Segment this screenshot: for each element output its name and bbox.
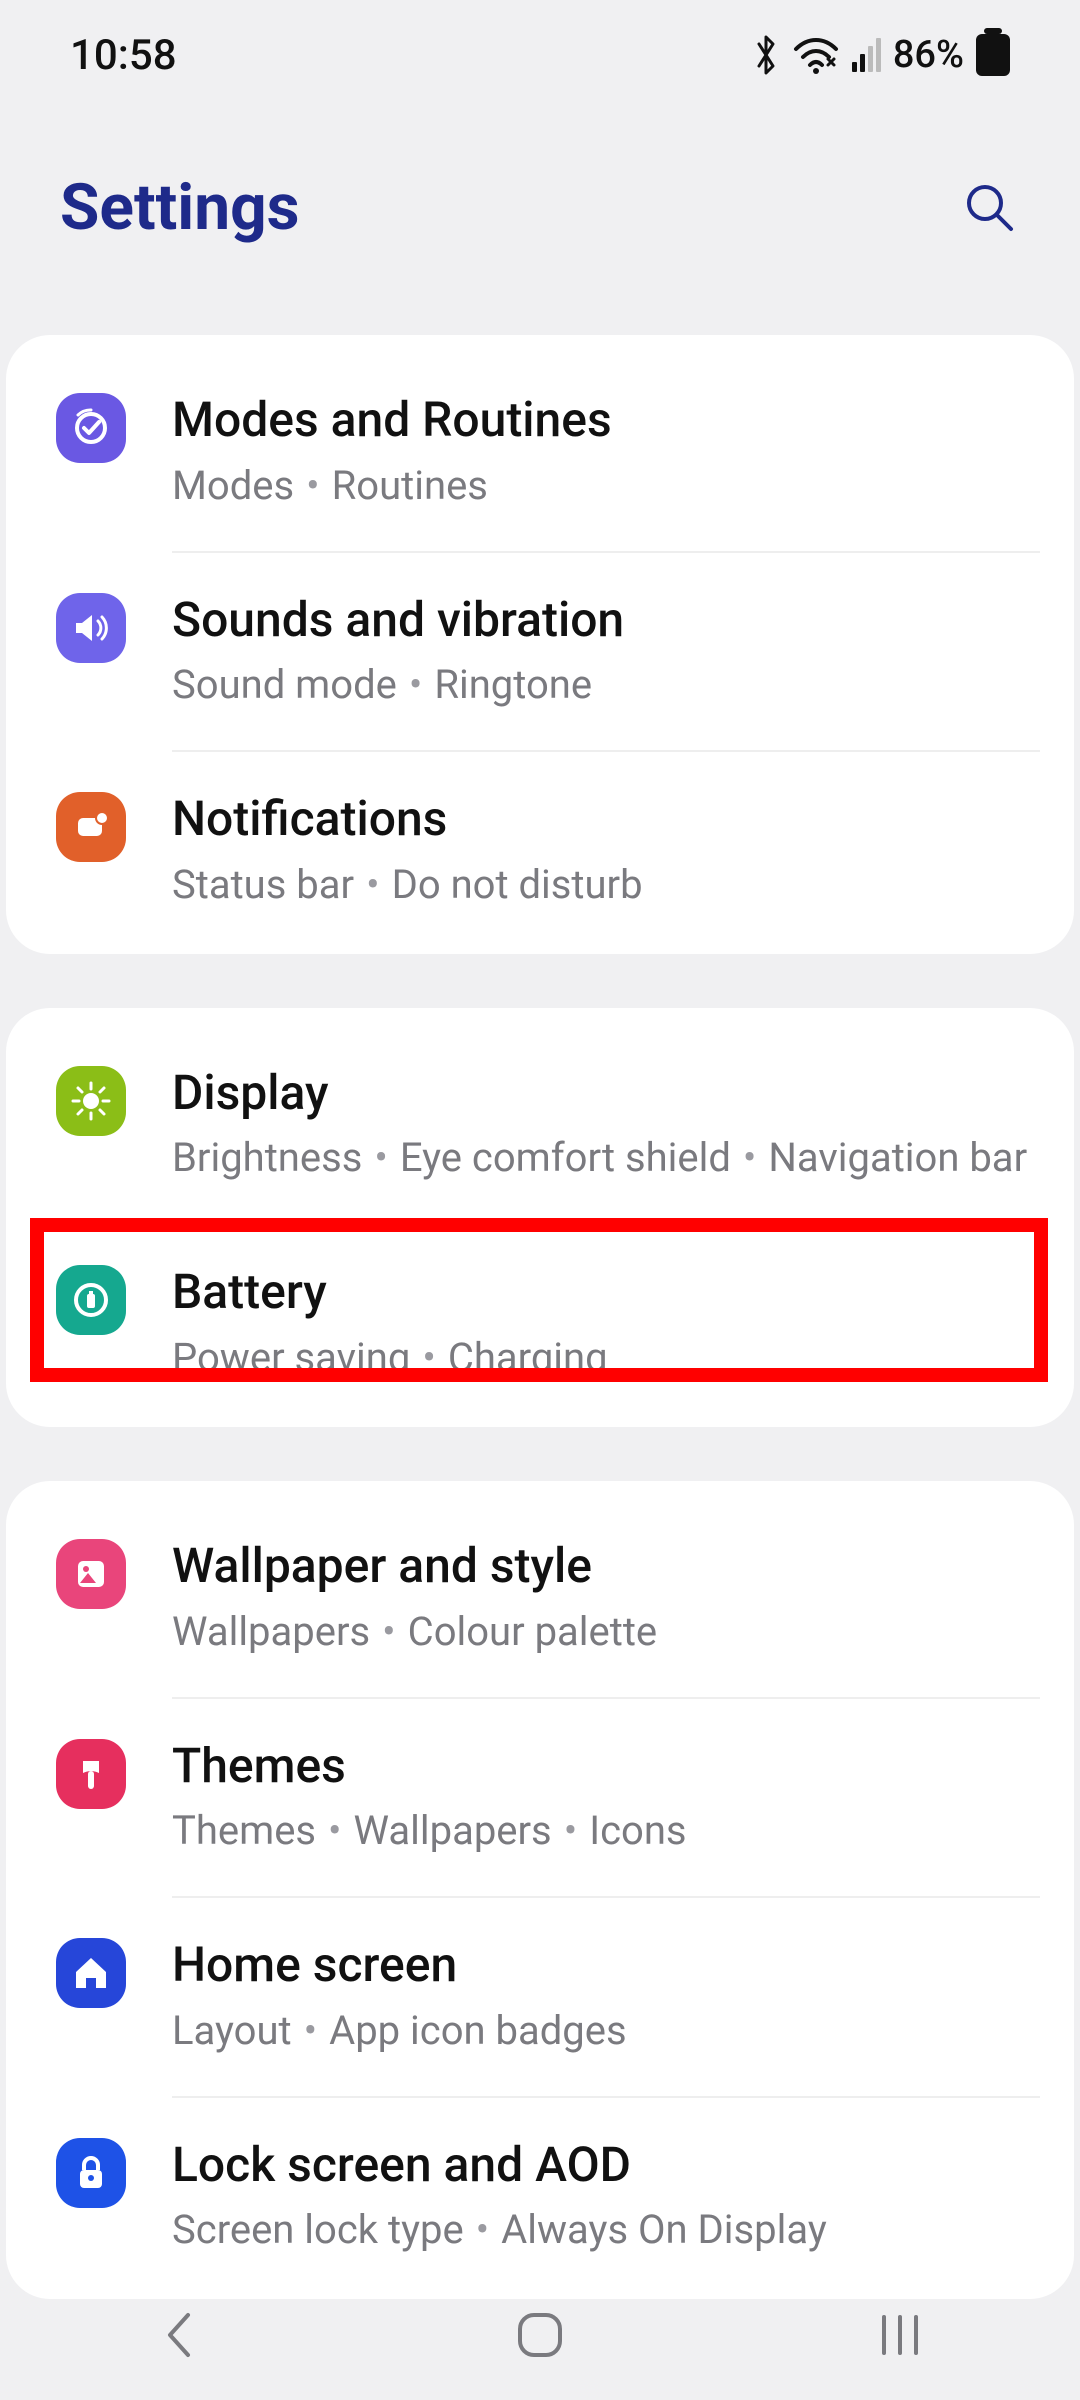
settings-item-sub-part: Routines <box>332 462 488 509</box>
settings-item-battery[interactable]: Battery Power saving • Charging <box>6 1225 1074 1423</box>
signal-icon <box>852 38 881 72</box>
settings-item-notifications[interactable]: Notifications Status bar • Do not disturb <box>6 752 1074 950</box>
settings-item-display[interactable]: DisplayBrightness•Eye comfort shield•Nav… <box>6 1026 1074 1224</box>
settings-item-subtitle: Power saving • Charging <box>172 1331 1040 1385</box>
settings-item-sub-part: Navigation bar <box>768 1134 1027 1181</box>
settings-item-title: Sounds and vibration <box>172 591 1040 649</box>
settings-item-sub-part: Wallpapers <box>172 1608 370 1655</box>
settings-item-title: Wallpaper and style <box>172 1537 1040 1595</box>
settings-item-text: DisplayBrightness•Eye comfort shield•Nav… <box>126 1064 1040 1186</box>
settings-item-modes-routines[interactable]: Modes and Routines Modes • Routines <box>6 353 1074 551</box>
home-icon <box>56 1938 126 2008</box>
bars-icon <box>872 2309 928 2361</box>
settings-item-lock-screen-aod[interactable]: Lock screen and AOD Screen lock type •Alwa… <box>6 2098 1074 2296</box>
settings-item-text: Home screen Layout •App icon badges <box>126 1936 1040 2058</box>
settings-item-home-screen[interactable]: Home screen Layout •App icon badges <box>6 1898 1074 2096</box>
chevron-left-icon <box>158 2307 202 2363</box>
settings-item-themes[interactable]: ThemesThemes•Wallpapers•Icons <box>6 1699 1074 1897</box>
bluetooth-icon <box>752 33 780 77</box>
settings-item-subtitle: Brightness•Eye comfort shield•Navigation… <box>172 1131 1040 1185</box>
settings-item-sub-part: Eye comfort shield <box>400 1134 731 1181</box>
settings-item-text: Modes and Routines Modes • Routines <box>126 391 1040 513</box>
settings-item-title: Lock screen and AOD <box>172 2136 1040 2194</box>
battery-circle-icon <box>56 1265 126 1335</box>
wifi-icon <box>792 35 840 75</box>
settings-item-subtitle: Layout •App icon badges <box>172 2004 1040 2058</box>
dot-separator: • <box>328 1807 342 1854</box>
battery-text: 86% <box>893 33 964 77</box>
dot-separator: • <box>409 661 423 708</box>
search-icon <box>963 181 1017 235</box>
settings-item-sounds-vibration[interactable]: Sounds and vibration Sound mode •Ringtone <box>6 553 1074 751</box>
nav-home-button[interactable] <box>440 2290 640 2380</box>
dot-separator: • <box>422 1334 436 1381</box>
settings-item-subtitle: Modes • Routines <box>172 459 1040 513</box>
nav-back-button[interactable] <box>80 2290 280 2380</box>
square-icon <box>514 2309 566 2361</box>
page-title: Settings <box>60 170 300 245</box>
settings-item-text: Battery Power saving • Charging <box>126 1263 1040 1385</box>
brush-icon <box>56 1739 126 1809</box>
search-button[interactable] <box>960 178 1020 238</box>
settings-item-text: ThemesThemes•Wallpapers•Icons <box>126 1737 1040 1859</box>
settings-item-subtitle: Wallpapers • Colour palette <box>172 1605 1040 1659</box>
picture-icon <box>56 1539 126 1609</box>
speaker-icon <box>56 593 126 663</box>
settings-item-sub-part: Power saving <box>172 1334 410 1381</box>
settings-item-wallpaper-style[interactable]: Wallpaper and style Wallpapers • Colour pal… <box>6 1499 1074 1697</box>
settings-item-title: Battery <box>172 1263 1040 1321</box>
settings-item-subtitle: Status bar • Do not disturb <box>172 858 1040 912</box>
settings-item-sub-part: Always On Display <box>501 2206 827 2253</box>
settings-item-sub-part: Modes <box>172 462 294 509</box>
header: Settings <box>0 110 1080 335</box>
settings-item-text: Lock screen and AOD Screen lock type •Alwa… <box>126 2136 1040 2258</box>
status-bar: 10:58 86% <box>0 0 1080 110</box>
settings-item-sub-part: Colour palette <box>408 1608 657 1655</box>
dot-separator: • <box>382 1608 396 1655</box>
battery-icon <box>976 34 1010 76</box>
settings-group: Wallpaper and style Wallpapers • Colour pal… <box>6 1481 1074 2299</box>
checkmark-cycle-icon <box>56 393 126 463</box>
dot-separator: • <box>564 1807 578 1854</box>
settings-item-sub-part: Do not disturb <box>392 861 643 908</box>
settings-item-text: Notifications Status bar • Do not disturb <box>126 790 1040 912</box>
settings-item-title: Display <box>172 1064 1040 1122</box>
settings-item-sub-part: Sound mode <box>172 661 397 708</box>
settings-item-title: Themes <box>172 1737 1040 1795</box>
settings-item-text: Wallpaper and style Wallpapers • Colour pal… <box>126 1537 1040 1659</box>
nav-recents-button[interactable] <box>800 2290 1000 2380</box>
dot-separator: • <box>304 2007 318 2054</box>
settings-group: DisplayBrightness•Eye comfort shield•Nav… <box>6 1008 1074 1427</box>
settings-item-subtitle: Screen lock type •Always On Display <box>172 2203 1040 2257</box>
bell-badge-icon <box>56 792 126 862</box>
settings-item-title: Notifications <box>172 790 1040 848</box>
settings-item-subtitle: Sound mode •Ringtone <box>172 658 1040 712</box>
settings-item-sub-part: Brightness <box>172 1134 362 1181</box>
dot-separator: • <box>366 861 380 908</box>
settings-item-text: Sounds and vibration Sound mode •Ringtone <box>126 591 1040 713</box>
settings-item-sub-part: Screen lock type <box>172 2206 464 2253</box>
settings-item-title: Home screen <box>172 1936 1040 1994</box>
settings-group: Modes and Routines Modes • Routines Sounds a… <box>6 335 1074 954</box>
settings-item-sub-part: Themes <box>172 1807 316 1854</box>
dot-separator: • <box>306 462 320 509</box>
settings-item-sub-part: Wallpapers <box>354 1807 552 1854</box>
dot-separator: • <box>743 1134 757 1181</box>
settings-item-sub-part: App icon badges <box>329 2007 627 2054</box>
settings-item-title: Modes and Routines <box>172 391 1040 449</box>
sun-icon <box>56 1066 126 1136</box>
settings-item-sub-part: Icons <box>589 1807 686 1854</box>
settings-item-sub-part: Charging <box>448 1334 608 1381</box>
lock-icon <box>56 2138 126 2208</box>
settings-item-subtitle: Themes•Wallpapers•Icons <box>172 1804 1040 1858</box>
status-time: 10:58 <box>70 31 177 80</box>
settings-item-sub-part: Ringtone <box>434 661 592 708</box>
settings-item-sub-part: Layout <box>172 2007 292 2054</box>
settings-item-sub-part: Status bar <box>172 861 354 908</box>
nav-bar <box>0 2270 1080 2400</box>
dot-separator: • <box>374 1134 388 1181</box>
dot-separator: • <box>476 2206 490 2253</box>
